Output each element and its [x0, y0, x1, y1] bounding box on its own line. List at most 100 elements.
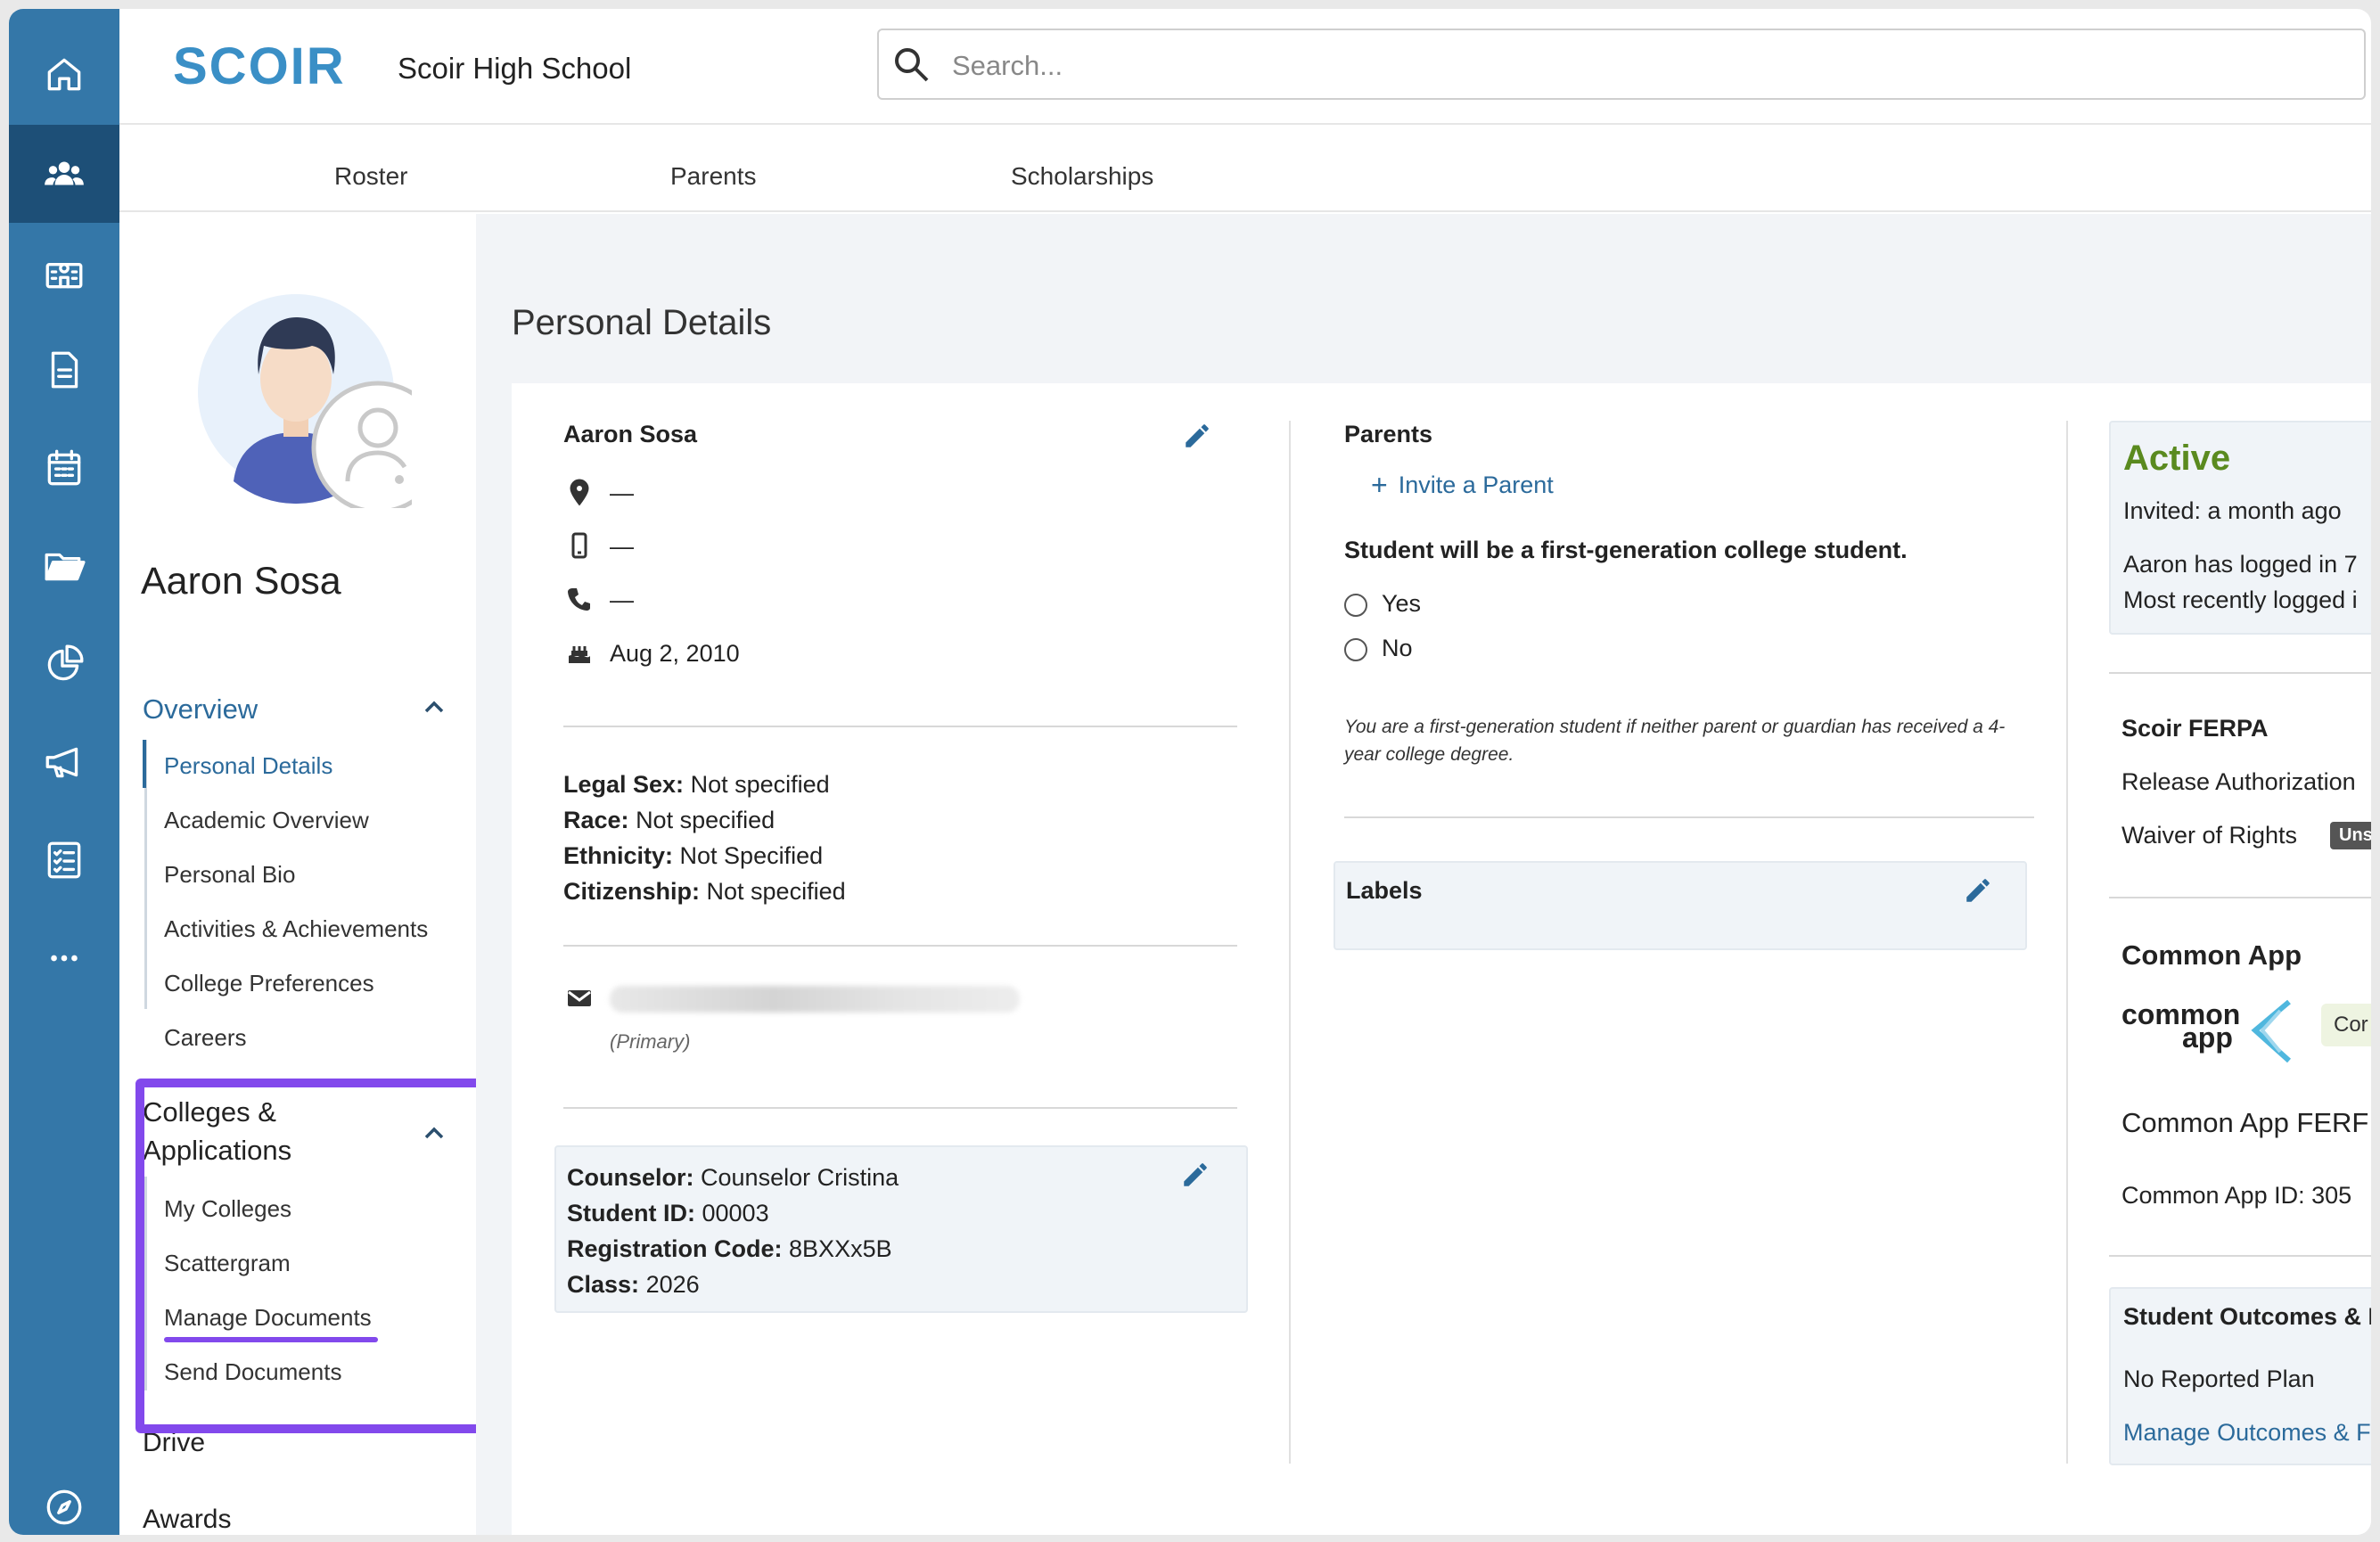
birthday-cake-icon	[569, 646, 590, 663]
divider	[1344, 816, 2034, 818]
edit-labels-icon[interactable]	[1963, 875, 1993, 906]
divider	[563, 945, 1237, 947]
radio-no-label[interactable]: No	[1382, 635, 1413, 662]
labels-heading: Labels	[1346, 877, 1423, 904]
profile-name: Aaron Sosa	[563, 421, 698, 447]
status-panel: Active Invited: a month ago Aaron has lo…	[2109, 421, 2371, 635]
common-app-id: Common App ID: 305	[2121, 1182, 2352, 1209]
details-card: Aaron Sosa — — — Aug 2, 2010 Legal Sex: …	[512, 383, 2371, 1535]
document-icon[interactable]	[9, 321, 119, 419]
radio-no[interactable]	[1344, 638, 1367, 661]
common-app-heading: Common App	[2121, 939, 2302, 971]
email-redacted	[610, 986, 1020, 1013]
search-input[interactable]: Search...	[952, 50, 1063, 82]
sub-tabs: Roster Parents Scholarships	[119, 127, 2371, 212]
analytics-icon[interactable]	[9, 615, 119, 713]
edit-counselor-icon[interactable]	[1180, 1160, 1211, 1190]
home-icon[interactable]	[9, 25, 119, 123]
more-icon[interactable]	[9, 909, 119, 1007]
manage-outcomes-link[interactable]: Manage Outcomes & F	[2123, 1419, 2371, 1447]
tab-parents[interactable]: Parents	[670, 162, 757, 191]
common-app-swoosh-icon	[2251, 999, 2292, 1063]
status-logins: Aaron has logged in 7	[2123, 551, 2358, 578]
divider	[563, 726, 1237, 727]
nav-active-indicator	[143, 740, 146, 788]
school-icon[interactable]	[9, 223, 119, 321]
nav-section-awards[interactable]: Awards	[143, 1505, 232, 1535]
common-app-ferpa: Common App FERF	[2121, 1107, 2369, 1138]
search-bar[interactable]: Search...	[877, 29, 2366, 100]
edit-profile-icon[interactable]	[1182, 421, 1212, 451]
email-icon	[568, 990, 591, 1006]
compass-icon[interactable]	[9, 1458, 119, 1535]
tab-roster[interactable]: Roster	[334, 162, 407, 191]
parents-heading: Parents	[1344, 421, 1433, 447]
calendar-icon[interactable]	[9, 419, 119, 517]
status-active: Active	[2123, 439, 2231, 478]
outcomes-panel: Student Outcomes & F No Reported Plan Ma…	[2109, 1287, 2371, 1465]
counselor-info: Counselor: Counselor Cristina Student ID…	[567, 1160, 899, 1302]
scoir-logo[interactable]: SCOIR	[173, 39, 360, 93]
common-app-logo-line2: app	[2182, 1021, 2233, 1054]
demographic-row: Citizenship: Not specified	[563, 878, 846, 905]
counselor-row: Student ID: 00003	[567, 1200, 769, 1226]
email-primary-note: (Primary)	[610, 1030, 691, 1053]
ferpa-release[interactable]: Release Authorization	[2121, 768, 2356, 796]
school-name: Scoir High School	[398, 52, 632, 85]
outcomes-plan: No Reported Plan	[2123, 1366, 2315, 1392]
counselor-row: Class: 2026	[567, 1271, 700, 1298]
ferpa-heading: Scoir FERPA	[2121, 715, 2269, 742]
students-icon[interactable]	[9, 125, 119, 223]
nav-item-personal-details[interactable]: Personal Details	[164, 752, 332, 780]
counselor-row: Registration Code: 8BXXx5B	[567, 1235, 892, 1262]
divider	[2109, 672, 2371, 674]
student-name: Aaron Sosa	[141, 560, 341, 603]
counselor-panel: Counselor: Counselor Cristina Student ID…	[554, 1145, 1248, 1313]
highlight-underline	[164, 1337, 378, 1342]
outcomes-heading: Student Outcomes & F	[2123, 1303, 2371, 1330]
nav-item-personal-bio[interactable]: Personal Bio	[164, 861, 295, 889]
folder-icon[interactable]	[9, 517, 119, 615]
invite-parent-link[interactable]: + Invite a Parent	[1371, 467, 1554, 501]
phone-icon	[568, 588, 590, 611]
location-icon	[570, 479, 589, 506]
phone-value: —	[610, 586, 634, 613]
checklist-icon[interactable]	[9, 811, 119, 909]
radio-yes[interactable]	[1344, 594, 1367, 617]
waiver-status-badge: Unsi	[2330, 822, 2371, 849]
demographic-row: Ethnicity: Not Specified	[563, 842, 824, 869]
megaphone-icon[interactable]	[9, 713, 119, 811]
divider	[563, 1107, 1237, 1109]
nav-item-activities[interactable]: Activities & Achievements	[164, 915, 428, 943]
mobile-icon	[571, 532, 587, 559]
tab-scholarships[interactable]: Scholarships	[1011, 162, 1153, 191]
highlight-annotation-box	[135, 1079, 487, 1433]
app-window: SCOIR Scoir High School Search... Roster…	[9, 9, 2371, 1535]
first-gen-question: Student will be a first-generation colle…	[1344, 537, 1908, 563]
location-value: —	[610, 480, 634, 506]
status-recent: Most recently logged i	[2123, 586, 2358, 613]
top-header: SCOIR Scoir High School Search...	[119, 9, 2371, 125]
ferpa-waiver[interactable]: Waiver of Rights	[2121, 822, 2297, 849]
nav-item-academic-overview[interactable]: Academic Overview	[164, 807, 369, 834]
search-icon	[895, 48, 929, 82]
left-rail	[9, 9, 119, 1535]
labels-panel: Labels	[1334, 861, 2027, 950]
nav-item-careers[interactable]: Careers	[164, 1024, 246, 1052]
counselor-row: Counselor: Counselor Cristina	[567, 1164, 899, 1191]
divider	[2109, 897, 2371, 898]
common-app-tag: Cor	[2321, 1004, 2371, 1046]
chevron-up-icon[interactable]	[423, 695, 446, 718]
main-content: Personal Details Aaron Sosa — — — Aug 2,…	[476, 214, 2371, 1535]
demographic-row: Race: Not specified	[563, 807, 776, 833]
divider	[2109, 1255, 2371, 1257]
column-divider	[1289, 421, 1291, 1464]
nav-item-college-preferences[interactable]: College Preferences	[164, 970, 374, 997]
plus-icon: +	[1371, 469, 1388, 501]
demographics-block: Legal Sex: Not specified Race: Not speci…	[563, 767, 846, 909]
first-gen-note: You are a first-generation student if ne…	[1344, 717, 2006, 765]
nav-section-overview[interactable]: Overview	[143, 693, 258, 726]
column-divider	[2066, 421, 2068, 1464]
radio-yes-label[interactable]: Yes	[1382, 590, 1421, 618]
avatar	[198, 294, 412, 508]
